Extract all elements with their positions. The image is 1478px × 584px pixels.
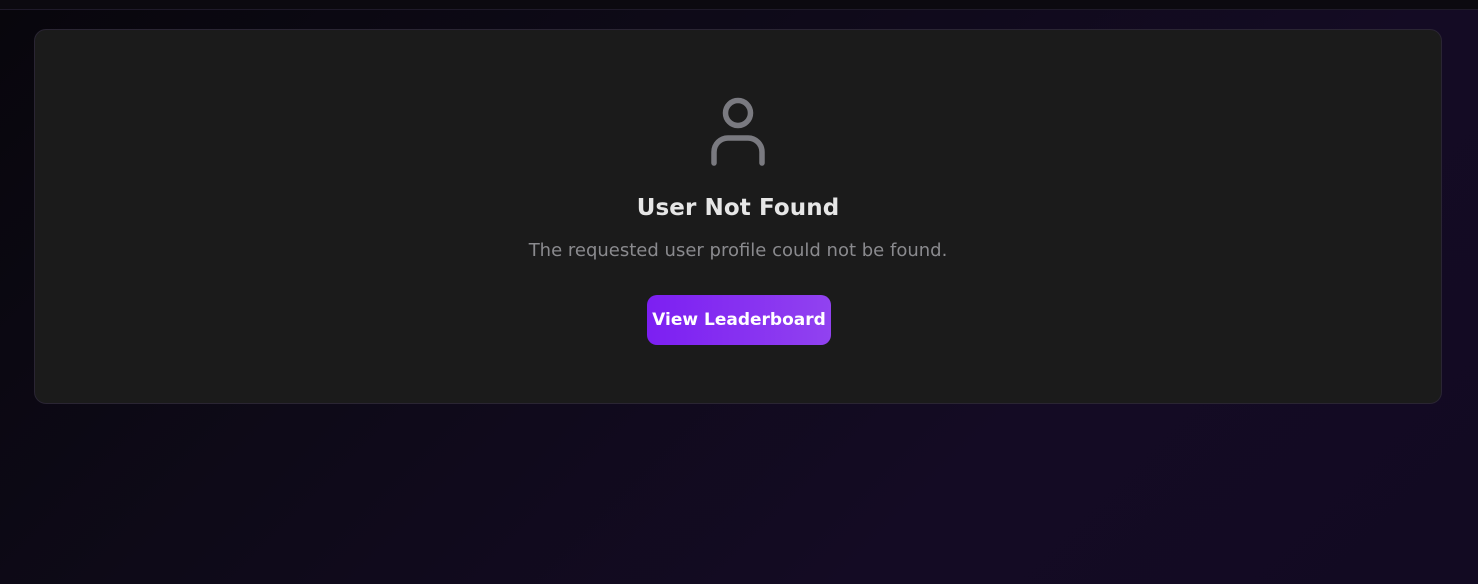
not-found-card: User Not Found The requested user profil… (34, 29, 1442, 404)
page-title: User Not Found (636, 195, 840, 221)
top-bar (0, 0, 1478, 10)
user-icon (708, 96, 768, 166)
view-leaderboard-button[interactable]: View Leaderboard (647, 295, 831, 345)
not-found-message: The requested user profile could not be … (528, 240, 948, 261)
